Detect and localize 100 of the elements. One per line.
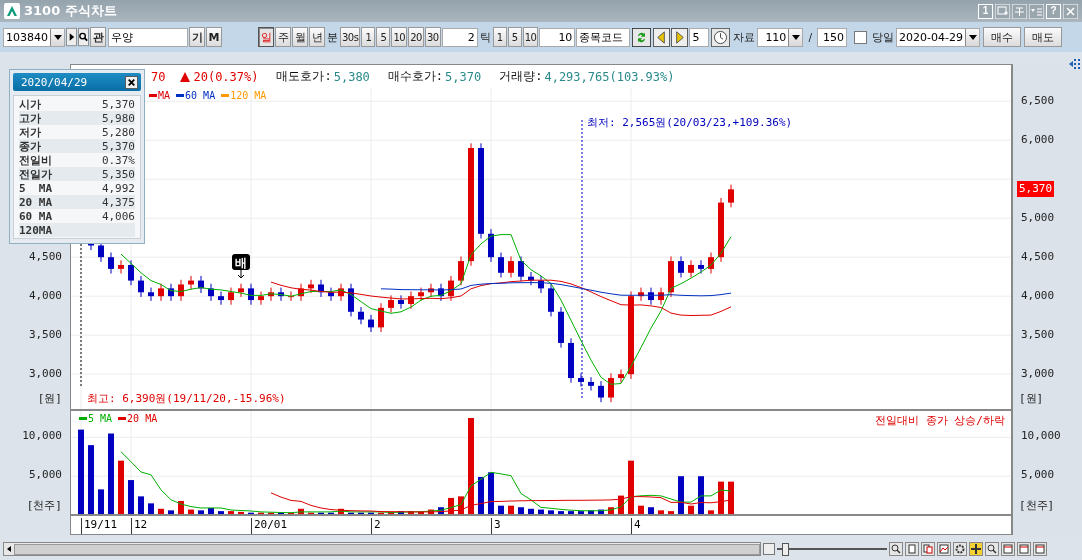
unit-label: [원] [1019, 391, 1044, 406]
axis-label: 20/01 [251, 518, 288, 534]
crosshair-icon[interactable] [969, 542, 983, 556]
minute-button[interactable]: 5 [376, 27, 391, 47]
volume-bar [518, 507, 524, 514]
tick-button[interactable]: 10 [522, 27, 539, 47]
axis-label: 10,000 [1021, 429, 1061, 443]
period-tab[interactable]: 일 [258, 27, 274, 47]
separator-text: / [807, 30, 814, 44]
tick-button[interactable]: 5 [507, 27, 522, 47]
window-icon[interactable] [1001, 542, 1015, 556]
quote-value: 4,293,765(103.93%) [544, 69, 675, 84]
row-value: 0.37% [101, 153, 135, 167]
axis-label: 19/11 [81, 518, 118, 534]
checkbox[interactable] [854, 30, 868, 44]
minute-button[interactable]: 30 [424, 27, 441, 47]
order-button[interactable]: 매도 [1024, 27, 1063, 47]
caret-icon [791, 34, 800, 40]
zoom-out-button[interactable] [763, 543, 775, 555]
low-annotation: 최저: 2,565원(20/03/23,+109.36%) [587, 116, 793, 129]
minute-label: 분 [326, 29, 339, 45]
minute-button[interactable]: 1 [361, 27, 376, 47]
previous-icon[interactable] [653, 27, 671, 47]
row-value: 5,370 [101, 97, 135, 111]
minute-field[interactable]: 2 [441, 27, 478, 47]
candle [728, 184, 734, 208]
stock-name-field[interactable]: 우양 [108, 27, 188, 47]
data-count-combo[interactable]: 110 [757, 27, 804, 47]
window-icon[interactable] [1017, 542, 1031, 556]
lookup-button[interactable]: 관 [90, 27, 106, 47]
window-icon[interactable] [1033, 542, 1047, 556]
candle [488, 228, 494, 263]
axis-label: 6,500 [1021, 94, 1055, 108]
magnifier-icon[interactable] [889, 542, 903, 556]
period-tab[interactable]: 주 [275, 27, 291, 47]
axis-label: 12 [131, 518, 148, 534]
candle [398, 294, 404, 310]
step-field[interactable]: 5 [689, 27, 710, 47]
period-tab[interactable]: 월 [292, 27, 308, 47]
unit-label: [천주] [1019, 498, 1055, 513]
page-icon[interactable] [905, 542, 919, 556]
volume-bar [488, 472, 494, 514]
volume-bar [498, 505, 504, 514]
candle [168, 283, 174, 302]
close-icon[interactable] [125, 75, 138, 89]
candle [588, 376, 594, 391]
zoom-slider[interactable] [777, 543, 887, 555]
date-combo[interactable]: 2020-04-29 [896, 27, 981, 47]
code-field[interactable]: 종목코드 [576, 27, 631, 47]
row-value: 5,280 [101, 125, 135, 139]
magnifier-icon[interactable] [985, 542, 999, 556]
candle [648, 287, 654, 306]
stock-code-combo[interactable]: 103840 [3, 27, 65, 47]
axis-label: 3,500 [28, 328, 62, 342]
axis-label: 5,000 [1021, 468, 1055, 482]
axis-label: 10,000 [22, 429, 62, 443]
volume-bar [88, 445, 94, 514]
minute-button[interactable]: 20 [408, 27, 424, 47]
volume-bar [718, 481, 724, 514]
order-button[interactable]: 매수 [983, 27, 1022, 47]
candle [678, 255, 684, 278]
candle [338, 283, 344, 302]
play-icon[interactable] [66, 27, 77, 47]
candle [458, 255, 464, 286]
volume-bar [508, 505, 514, 514]
candle [348, 283, 354, 317]
gear-icon[interactable] [953, 542, 967, 556]
row-label: 시가 [19, 96, 41, 112]
minute-button[interactable]: 10 [391, 27, 408, 47]
tick-field[interactable]: 10 [539, 27, 576, 47]
search-icon[interactable] [78, 27, 89, 47]
clock-icon[interactable] [711, 27, 731, 47]
volume-bar [638, 505, 644, 514]
candle [428, 283, 434, 298]
axis-label: 5,000 [28, 468, 62, 482]
scrollbar[interactable] [3, 542, 761, 556]
axis-label: 4,500 [28, 250, 62, 264]
image-icon[interactable] [937, 542, 951, 556]
axis-label: 3 [491, 518, 501, 534]
pages-icon[interactable] [921, 542, 935, 556]
volume-bar [148, 503, 154, 514]
refresh-icon[interactable] [632, 27, 652, 47]
candle [108, 252, 114, 275]
next-icon[interactable] [671, 27, 689, 47]
minute-button[interactable]: 30s [340, 27, 361, 47]
row-value: 5,350 [101, 167, 135, 181]
name-option-button[interactable]: M [206, 27, 222, 47]
volume-bar [98, 489, 104, 514]
data-max-field[interactable]: 150 [817, 27, 848, 47]
period-tab[interactable]: 년 [309, 27, 325, 47]
candle [148, 287, 154, 302]
name-option-button[interactable]: 기 [189, 27, 205, 47]
candle [568, 337, 574, 384]
candle [388, 294, 394, 314]
candle [638, 287, 644, 302]
tick-button[interactable]: 1 [492, 27, 507, 47]
panel-toggle-icon[interactable] [1069, 58, 1081, 70]
tick-label: 틱 [478, 29, 492, 45]
row-label: 종가 [19, 138, 41, 154]
row-value: 4,006 [101, 209, 135, 223]
